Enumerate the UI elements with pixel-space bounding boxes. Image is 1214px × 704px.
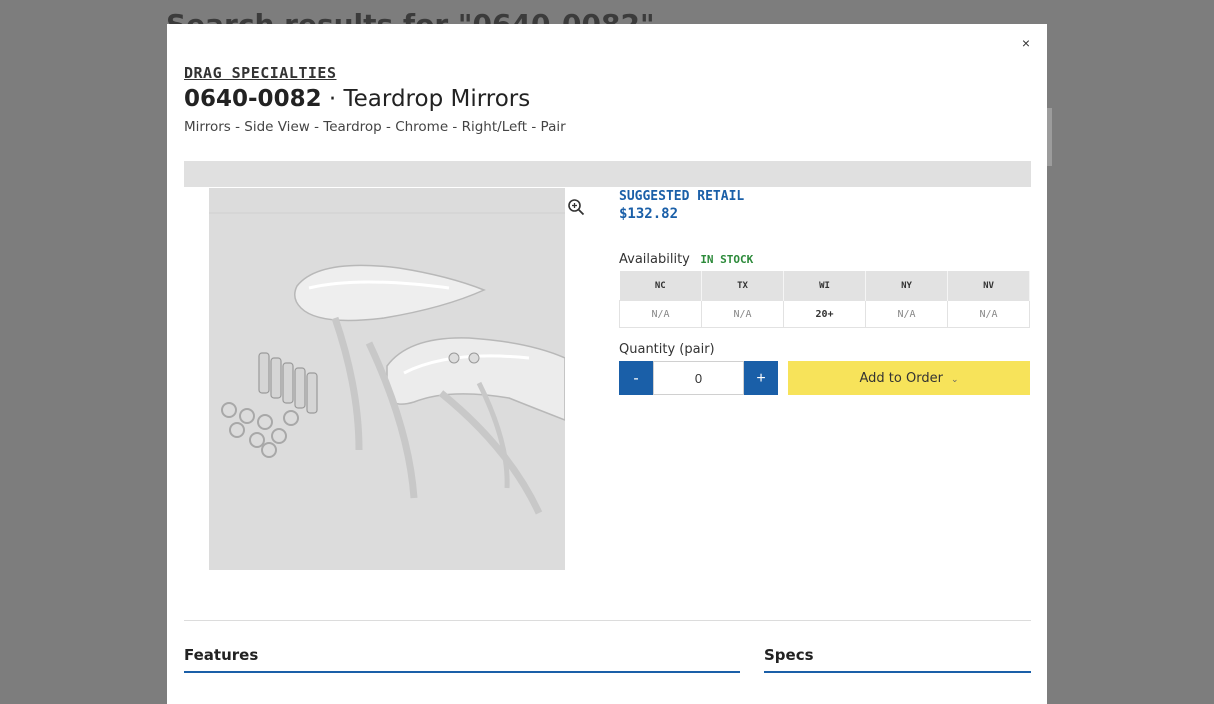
suggested-retail-label: SUGGESTED RETAIL xyxy=(619,189,745,204)
warehouse-qty-nc: N/A xyxy=(619,300,702,328)
product-modal: × DRAG SPECIALTIES 0640-0082 · Teardrop … xyxy=(167,24,1047,704)
part-number: 0640-0082 xyxy=(184,86,322,112)
add-to-order-button[interactable]: Add to Order ⌄ xyxy=(788,361,1030,395)
zoom-in-icon[interactable] xyxy=(567,198,585,216)
product-subtitle: Mirrors - Side View - Teardrop - Chrome … xyxy=(184,119,566,135)
quantity-label: Quantity (pair) xyxy=(619,342,715,357)
quantity-increment-button[interactable]: + xyxy=(744,361,778,395)
warehouse-qty-row: N/A N/A 20+ N/A N/A xyxy=(619,300,1030,328)
stock-status-badge: IN STOCK xyxy=(700,253,754,266)
warehouse-header-nv: NV xyxy=(947,271,1030,301)
specs-underline xyxy=(764,671,1031,673)
brand-link[interactable]: DRAG SPECIALTIES xyxy=(184,64,337,82)
warehouse-qty-wi: 20+ xyxy=(783,300,866,328)
availability-row: Availability IN STOCK xyxy=(619,250,753,268)
image-header-band xyxy=(184,161,1031,187)
availability-label: Availability xyxy=(619,252,690,267)
warehouse-stock-table: NC TX WI NY NV N/A N/A 20+ N/A N/A xyxy=(619,271,1030,328)
title-separator: · xyxy=(328,86,337,112)
warehouse-qty-tx: N/A xyxy=(701,300,784,328)
features-underline xyxy=(184,671,740,673)
section-divider xyxy=(184,620,1031,621)
quantity-input[interactable] xyxy=(653,361,744,395)
features-heading: Features xyxy=(184,646,259,664)
warehouse-header-ny: NY xyxy=(865,271,948,301)
close-button[interactable]: × xyxy=(1017,34,1035,52)
product-name: Teardrop Mirrors xyxy=(343,86,531,112)
add-to-order-label: Add to Order xyxy=(859,371,943,386)
warehouse-header-nc: NC xyxy=(619,271,702,301)
warehouse-qty-nv: N/A xyxy=(947,300,1030,328)
warehouse-header-tx: TX xyxy=(701,271,784,301)
suggested-retail-price: $132.82 xyxy=(619,206,679,222)
product-image[interactable] xyxy=(209,188,565,570)
warehouse-header-wi: WI xyxy=(783,271,866,301)
quantity-decrement-button[interactable]: - xyxy=(619,361,653,395)
product-title: 0640-0082 · Teardrop Mirrors xyxy=(184,86,530,112)
specs-heading: Specs xyxy=(764,646,814,664)
warehouse-qty-ny: N/A xyxy=(865,300,948,328)
mirror-product-image xyxy=(209,188,565,570)
chevron-down-icon: ⌄ xyxy=(950,375,959,385)
